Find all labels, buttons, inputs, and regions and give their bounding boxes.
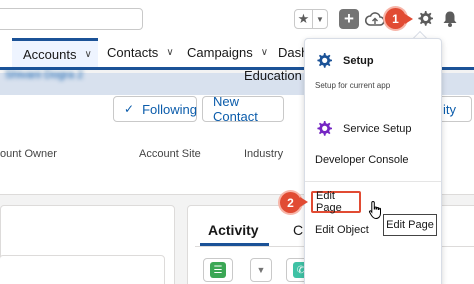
favorites-group[interactable]: ★ ▼ bbox=[294, 9, 328, 29]
menu-item-edit-object[interactable]: Edit Object bbox=[315, 224, 369, 236]
global-search-input[interactable] bbox=[0, 8, 143, 30]
setup-gear-icon bbox=[317, 53, 332, 68]
chevron-down-icon[interactable]: ▼ bbox=[250, 258, 272, 282]
setup-subtitle: Setup for current app bbox=[315, 81, 391, 90]
menu-item-label: Service Setup bbox=[343, 123, 412, 135]
new-contact-button[interactable]: New Contact bbox=[202, 94, 284, 124]
step-2-arrow bbox=[300, 197, 308, 207]
chevron-down-icon[interactable]: ∨ bbox=[166, 47, 173, 58]
bell-icon[interactable] bbox=[440, 9, 460, 29]
chevron-down-icon[interactable]: ∨ bbox=[261, 47, 268, 58]
service-gear-icon bbox=[317, 121, 332, 136]
tooltip: Edit Page bbox=[383, 214, 437, 236]
account-site-label: Account Site bbox=[139, 148, 201, 160]
industry-value: Education bbox=[244, 68, 302, 83]
step-1-arrow bbox=[405, 14, 413, 24]
nav-tab-label: Contacts bbox=[107, 45, 159, 60]
menu-item-label: Setup bbox=[343, 55, 374, 67]
account-owner-link[interactable]: Shivani Dogra 2 bbox=[5, 69, 83, 81]
menu-item-service-setup[interactable]: Service Setup bbox=[315, 120, 411, 138]
menu-item-setup[interactable]: Setup bbox=[315, 52, 374, 70]
cloud-icon[interactable] bbox=[365, 9, 385, 29]
menu-divider bbox=[305, 181, 441, 182]
nav-tab-accounts[interactable]: Accounts ∨ bbox=[12, 38, 98, 67]
following-label: Following bbox=[142, 101, 197, 117]
following-button[interactable]: ✓ Following bbox=[113, 96, 197, 122]
new-task-button[interactable]: ☰ bbox=[203, 258, 233, 282]
step-2-badge: 2 bbox=[280, 192, 301, 213]
left-card-inner-box bbox=[0, 255, 165, 284]
menu-item-edit-page[interactable]: Edit Page bbox=[311, 190, 361, 214]
new-contact-label: New Contact bbox=[213, 94, 258, 124]
industry-label: Industry bbox=[244, 148, 284, 160]
partial-action-label: ity bbox=[443, 101, 456, 117]
nav-tab-label: Accounts bbox=[23, 46, 77, 62]
star-icon[interactable]: ★ bbox=[295, 10, 313, 28]
nav-tab-campaigns[interactable]: Campaigns ∨ bbox=[187, 38, 268, 67]
chevron-down-icon[interactable]: ▼ bbox=[313, 10, 327, 28]
task-icon: ☰ bbox=[210, 262, 226, 278]
plus-icon[interactable]: + bbox=[339, 9, 359, 29]
tab-activity[interactable]: Activity bbox=[208, 222, 259, 238]
nav-tab-contacts[interactable]: Contacts ∨ bbox=[107, 38, 174, 67]
step-1-badge: 1 bbox=[385, 8, 406, 29]
menu-item-developer-console[interactable]: Developer Console bbox=[315, 154, 409, 166]
menu-item-label: Edit Page bbox=[316, 190, 342, 214]
gear-icon[interactable] bbox=[415, 9, 435, 29]
nav-tab-label: Campaigns bbox=[187, 45, 253, 60]
account-owner-label: ount Owner bbox=[0, 148, 57, 160]
check-icon: ✓ bbox=[124, 102, 135, 116]
hand-cursor-icon bbox=[368, 200, 381, 220]
chevron-down-icon[interactable]: ∨ bbox=[84, 49, 91, 60]
